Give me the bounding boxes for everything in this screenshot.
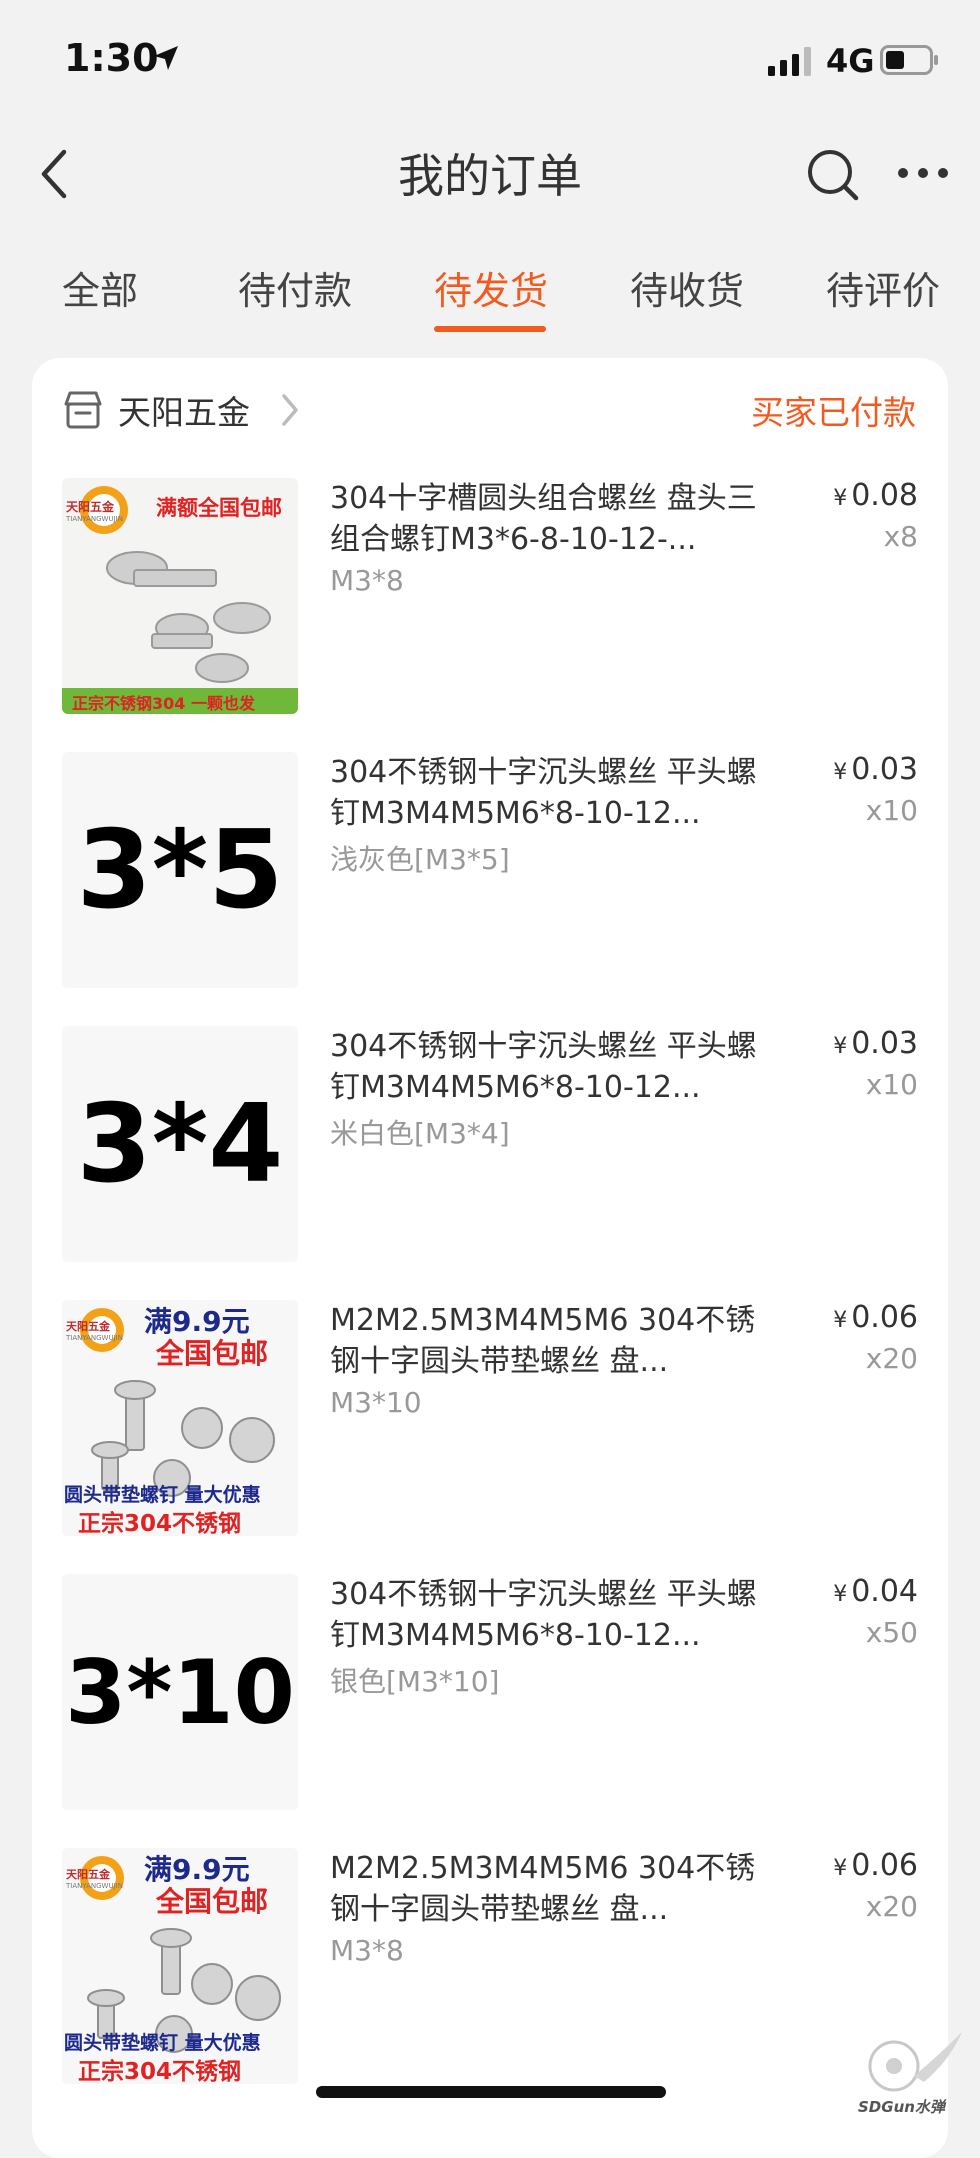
product-quantity: x20 [865,1342,918,1375]
thumb-brand-en: TIANYANGWUJIN [66,1334,123,1342]
product-price: ¥0.06 [833,1300,918,1335]
thumb-size-label: 3*4 [76,1081,284,1207]
product-spec: 浅灰色[M3*5] [330,843,510,876]
active-tab-indicator [434,326,546,332]
product-quantity: x8 [883,520,918,553]
product-name[interactable]: 304不锈钢十字沉头螺丝 平头螺钉M3M4M5M6*8-10-12... [330,1574,770,1656]
thumb-line-1: 圆头带垫螺钉 量大优惠 [64,2032,261,2054]
cellular-signal-icon [768,47,811,76]
product-thumbnail[interactable]: 天阳五金 TIANYANGWUJIN 满额全国包邮 正宗不锈钢304 一颗也发 [62,478,298,714]
price-value: 0.06 [851,1300,918,1335]
wing-logo-icon [868,2032,962,2092]
product-thumbnail[interactable]: 天阳五金 TIANYANGWUJIN 满9.9元 全国包邮 圆头带垫螺钉 量大优… [62,1848,298,2084]
tab-pending-shipment[interactable]: 待发货 [434,260,548,315]
order-item[interactable]: 3*5 304不锈钢十字沉头螺丝 平头螺钉M3M4M5M6*8-10-12...… [62,752,922,992]
product-price: ¥0.08 [833,478,918,513]
more-icon[interactable] [896,162,950,184]
order-status: 买家已付款 [751,393,916,432]
tab-pending-review[interactable]: 待评价 [826,260,940,315]
watermark-text: SDGun水弹 [858,2098,945,2116]
product-quantity: x50 [865,1616,918,1649]
thumb-footer: 正宗不锈钢304 一颗也发 [72,694,255,713]
product-name[interactable]: M2M2.5M3M4M5M6 304不锈钢十字圆头带垫螺丝 盘... [330,1848,770,1930]
thumb-line-2: 正宗304不锈钢 [78,1511,242,1536]
product-spec: 银色[M3*10] [330,1665,500,1698]
product-name[interactable]: 304不锈钢十字沉头螺丝 平头螺钉M3M4M5M6*8-10-12... [330,752,770,834]
product-price: ¥0.06 [833,1848,918,1883]
status-time: 1:30 [64,36,159,80]
product-thumbnail[interactable]: 3*5 [62,752,298,988]
price-value: 0.03 [851,1026,918,1061]
product-name[interactable]: 304十字槽圆头组合螺丝 盘头三组合螺钉M3*6-8-10-12-... [330,478,770,560]
tab-pending-payment[interactable]: 待付款 [238,260,352,315]
product-quantity: x20 [865,1890,918,1923]
product-quantity: x10 [865,794,918,827]
product-thumbnail[interactable]: 3*4 [62,1026,298,1262]
watermark-logo: SDGun水弹 [858,2026,968,2118]
product-name[interactable]: 304不锈钢十字沉头螺丝 平头螺钉M3M4M5M6*8-10-12... [330,1026,770,1108]
product-price: ¥0.04 [833,1574,918,1609]
chevron-right-icon[interactable] [280,392,300,428]
product-spec: M3*8 [330,564,404,597]
currency-symbol: ¥ [833,1034,848,1059]
product-spec: M3*10 [330,1386,422,1419]
currency-symbol: ¥ [833,1308,848,1333]
order-item[interactable]: 3*10 304不锈钢十字沉头螺丝 平头螺钉M3M4M5M6*8-10-12..… [62,1574,922,1814]
product-quantity: x10 [865,1068,918,1101]
product-name[interactable]: M2M2.5M3M4M5M6 304不锈钢十字圆头带垫螺丝 盘... [330,1300,770,1382]
order-item[interactable]: 天阳五金 TIANYANGWUJIN 满9.9元 全国包邮 圆头带垫螺钉 量大优… [62,1300,922,1540]
network-type: 4G [826,42,875,80]
search-icon[interactable] [806,148,862,204]
thumb-size-label: 3*5 [76,807,284,933]
tab-pending-receipt[interactable]: 待收货 [630,260,744,315]
thumb-line-1: 圆头带垫螺钉 量大优惠 [64,1484,261,1506]
shop-name[interactable]: 天阳五金 [118,386,250,434]
order-item[interactable]: 3*4 304不锈钢十字沉头螺丝 平头螺钉M3M4M5M6*8-10-12...… [62,1026,922,1266]
thumb-promo-2: 全国包邮 [156,1337,269,1370]
shop-icon [64,391,102,429]
currency-symbol: ¥ [833,486,848,511]
thumb-size-label: 3*10 [65,1640,295,1744]
product-spec: M3*8 [330,1934,404,1967]
currency-symbol: ¥ [833,1856,848,1881]
thumb-brand: 天阳五金 [66,1868,110,1881]
price-value: 0.03 [851,752,918,787]
order-tabs: 全部 待付款 待发货 待收货 待评价 [0,250,980,340]
thumb-brand-en: TIANYANGWUJIN [66,515,123,523]
product-price: ¥0.03 [833,752,918,787]
battery-icon [880,45,938,75]
thumb-brand: 天阳五金 [66,1320,110,1333]
order-card[interactable]: 天阳五金 买家已付款 天阳五金 TIANYANGWUJIN 满额全国包邮 正宗不… [32,358,948,2158]
order-item[interactable]: 天阳五金 TIANYANGWUJIN 满额全国包邮 正宗不锈钢304 一颗也发 … [62,478,922,718]
thumb-brand: 天阳五金 [66,500,115,514]
status-bar: 1:30 4G [0,0,980,110]
price-value: 0.08 [851,478,918,513]
currency-symbol: ¥ [833,1582,848,1607]
product-price: ¥0.03 [833,1026,918,1061]
location-arrow-icon [154,46,178,70]
thumb-promo: 满额全国包邮 [156,496,282,520]
price-value: 0.06 [851,1848,918,1883]
home-indicator[interactable] [316,2086,666,2098]
thumb-line-2: 正宗304不锈钢 [78,2059,242,2084]
currency-symbol: ¥ [833,760,848,785]
order-item[interactable]: 天阳五金 TIANYANGWUJIN 满9.9元 全国包邮 圆头带垫螺钉 量大优… [62,1848,922,2088]
product-thumbnail[interactable]: 3*10 [62,1574,298,1810]
tab-all[interactable]: 全部 [62,260,138,315]
thumb-promo-2: 全国包邮 [156,1885,269,1918]
product-spec: 米白色[M3*4] [330,1117,510,1150]
thumb-brand-en: TIANYANGWUJIN [66,1882,123,1890]
product-thumbnail[interactable]: 天阳五金 TIANYANGWUJIN 满9.9元 全国包邮 圆头带垫螺钉 量大优… [62,1300,298,1536]
price-value: 0.04 [851,1574,918,1609]
